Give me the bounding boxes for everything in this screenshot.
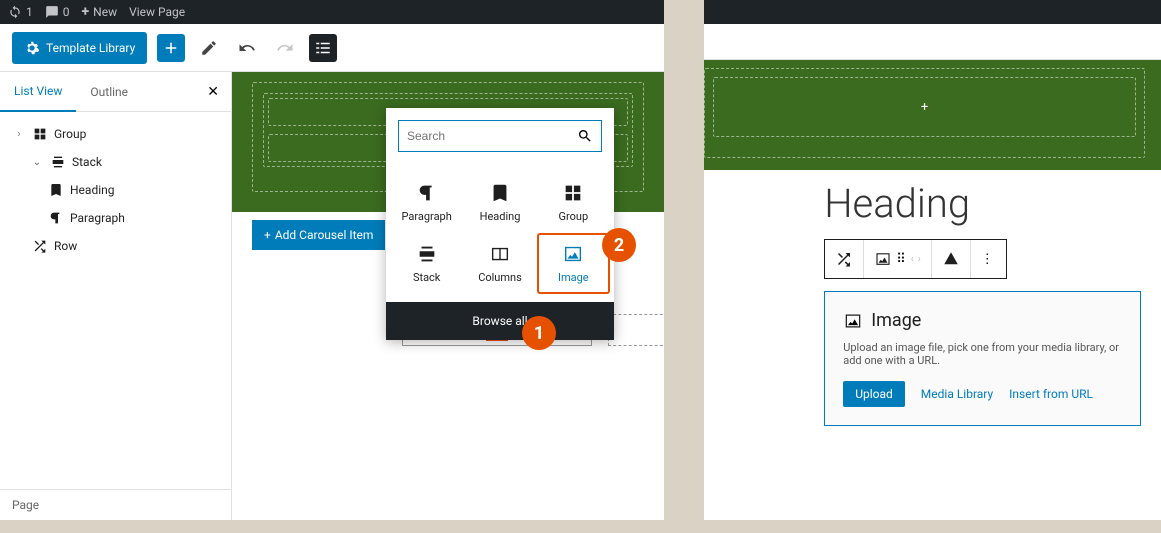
bookmark-icon <box>489 182 511 204</box>
breadcrumb[interactable]: Page <box>0 489 231 520</box>
block-paragraph[interactable]: Paragraph <box>390 172 463 233</box>
bookmark-icon <box>48 182 64 198</box>
image-block-placeholder[interactable]: Image Upload an image file, pick one fro… <box>824 291 1141 426</box>
placeholder-title: Image <box>843 310 1122 331</box>
tree-item-stack[interactable]: ⌄ Stack <box>0 148 231 176</box>
heading-block[interactable]: Heading <box>824 180 1141 227</box>
align-button[interactable] <box>932 240 971 278</box>
chevron-right-icon: › <box>918 254 921 265</box>
admin-bar: 1 0 + New View Page <box>0 0 664 24</box>
edit-tool-button[interactable] <box>195 34 223 62</box>
align-icon <box>942 250 960 268</box>
tree-item-row[interactable]: Row <box>0 232 231 260</box>
more-options-button[interactable]: ⋮ <box>971 240 1006 278</box>
block-heading[interactable]: Heading <box>463 172 536 233</box>
placeholder-actions: Upload Media Library Insert from URL <box>843 381 1122 407</box>
stack-icon <box>416 243 438 265</box>
editor-toolbar: Template Library <box>0 24 664 72</box>
template-library-button[interactable]: Template Library <box>12 32 147 64</box>
block-group[interactable]: Group <box>537 172 610 233</box>
add-carousel-item-button[interactable]: + Add Carousel Item <box>252 220 385 250</box>
image-icon <box>562 243 584 265</box>
columns-icon <box>489 243 511 265</box>
block-inserter-popup: Paragraph Heading Group Stack <box>386 108 614 340</box>
comment-icon <box>45 5 59 19</box>
block-toolbar: ⠿ ‹ › ⋮ <box>824 239 1007 279</box>
image-icon <box>843 311 863 331</box>
new-menu[interactable]: + New <box>82 4 118 20</box>
tree-item-heading[interactable]: Heading <box>0 176 231 204</box>
view-page-link[interactable]: View Page <box>129 5 185 19</box>
placeholder-description: Upload an image file, pick one from your… <box>843 341 1122 367</box>
updates-count: 1 <box>26 5 33 19</box>
block-editor-content: Heading ⠿ ‹ › ⋮ <box>824 180 1141 426</box>
tree-item-paragraph[interactable]: Paragraph <box>0 204 231 232</box>
callout-2: 2 <box>602 228 636 262</box>
refresh-icon <box>8 5 22 19</box>
list-view-toggle[interactable] <box>309 34 337 62</box>
media-library-link[interactable]: Media Library <box>921 387 993 401</box>
block-stack[interactable]: Stack <box>390 233 463 294</box>
inserter-search[interactable] <box>398 120 602 152</box>
chevron-down-icon: ⌄ <box>30 157 44 168</box>
editor-toolbar <box>704 24 1161 60</box>
inserter-toggle-button[interactable] <box>157 34 185 62</box>
search-input[interactable] <box>407 129 577 143</box>
shuffle-icon <box>32 238 48 254</box>
chevron-right-icon: › <box>12 129 26 140</box>
list-view-sidebar: List View Outline ✕ › Group ⌄ Stack <box>0 72 232 520</box>
search-icon <box>577 128 593 144</box>
comments-count: 0 <box>63 5 70 19</box>
sidebar-close-button[interactable]: ✕ <box>195 84 231 100</box>
empty-slot[interactable]: + <box>713 77 1136 137</box>
block-columns[interactable]: Columns <box>463 233 536 294</box>
comments-indicator[interactable]: 0 <box>45 5 70 19</box>
inserter-grid: Paragraph Heading Group Stack <box>386 164 614 302</box>
tab-outline[interactable]: Outline <box>76 73 142 111</box>
pencil-icon <box>200 39 218 57</box>
image-icon <box>874 250 892 268</box>
gear-icon <box>24 40 40 56</box>
drag-move-controls[interactable]: ⠿ ‹ › <box>864 240 932 278</box>
browse-all-button[interactable]: Browse all <box>386 302 614 340</box>
redo-button[interactable] <box>271 34 299 62</box>
carousel-content[interactable]: + <box>704 68 1145 158</box>
carousel-block[interactable]: + <box>704 60 1161 170</box>
right-screenshot: + Add Carousel Item Heading ⠿ ‹ › <box>704 0 1161 520</box>
stack-icon <box>50 154 66 170</box>
undo-icon <box>238 39 256 57</box>
paragraph-icon <box>48 210 64 226</box>
drag-handle-icon: ⠿ <box>896 252 907 267</box>
chevron-left-icon: ‹ <box>911 254 914 265</box>
tab-list-view[interactable]: List View <box>0 72 76 112</box>
group-icon <box>562 182 584 204</box>
sidebar-tabs: List View Outline ✕ <box>0 72 231 112</box>
shuffle-icon <box>835 250 853 268</box>
insert-from-url-link[interactable]: Insert from URL <box>1009 387 1093 401</box>
editor-canvas[interactable]: + Add Carousel Item <box>704 60 1161 170</box>
block-appender-secondary[interactable] <box>608 314 664 346</box>
callout-1: 1 <box>522 316 556 350</box>
block-tree: › Group ⌄ Stack Heading <box>0 112 231 489</box>
left-screenshot: 1 0 + New View Page Template Library <box>0 0 664 520</box>
admin-bar <box>704 0 1161 24</box>
more-icon: ⋮ <box>981 252 996 267</box>
paragraph-icon <box>416 182 438 204</box>
undo-button[interactable] <box>233 34 261 62</box>
editor-canvas[interactable]: + + + Add Carousel Item <box>232 72 664 520</box>
updates-indicator[interactable]: 1 <box>8 5 33 19</box>
list-icon <box>314 39 332 57</box>
plus-icon: + <box>264 228 271 242</box>
tree-item-group[interactable]: › Group <box>0 120 231 148</box>
plus-icon <box>162 39 180 57</box>
upload-button[interactable]: Upload <box>843 381 905 407</box>
group-icon <box>32 126 48 142</box>
block-type-button[interactable] <box>825 240 864 278</box>
redo-icon <box>276 39 294 57</box>
plus-icon: + <box>82 4 90 20</box>
block-image[interactable]: Image <box>537 233 610 294</box>
